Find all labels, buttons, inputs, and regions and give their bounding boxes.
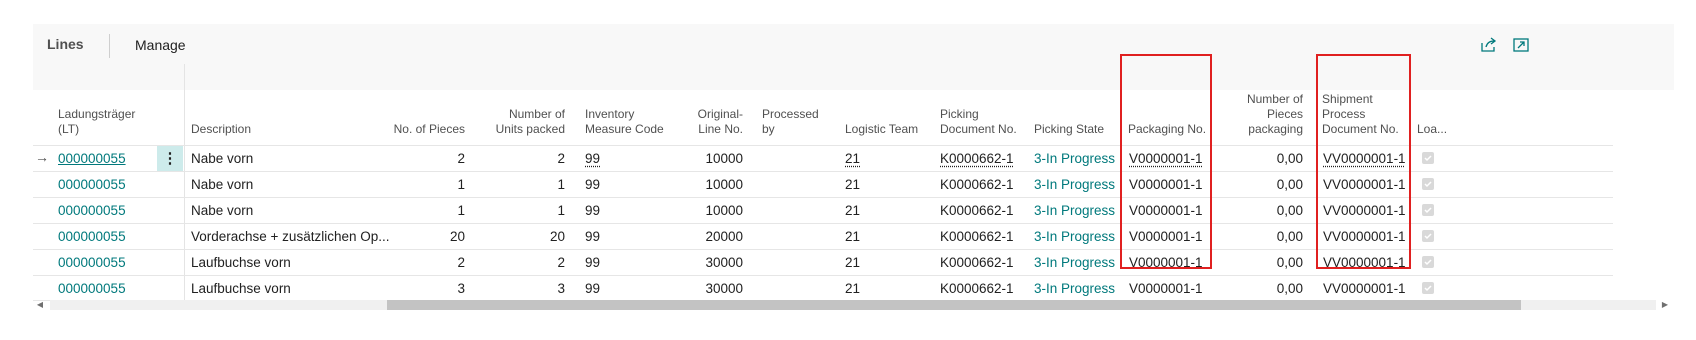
col-header-processed-by[interactable]: Processed by [762,107,822,137]
cell-inventory-measure: 99 [585,151,601,166]
cell-original-line: 10000 [705,203,743,218]
cell-picking-doc: K0000662-1 [940,281,1014,296]
lines-header: Lines Manage [33,24,1674,64]
cell-original-line: 20000 [705,229,743,244]
cell-picking-state[interactable]: 3-In Progress [1034,177,1115,192]
col-header-inventory-measure[interactable]: Inventory Measure Code [585,107,665,137]
cell-lt[interactable]: 000000055 [58,229,126,244]
highlight-packaging-no [1120,54,1212,269]
cell-lt[interactable]: 000000055 [58,255,126,270]
cell-picking-state[interactable]: 3-In Progress [1034,203,1115,218]
col-header-picking-state[interactable]: Picking State [1034,122,1104,137]
col-header-logistic-team[interactable]: Logistic Team [845,122,918,137]
col-header-lt[interactable]: Ladungsträger (LT) [58,107,148,137]
cell-description: Nabe vorn [191,177,254,192]
cell-no-pieces: 2 [457,255,465,270]
cell-description: Nabe vorn [191,151,254,166]
col-header-loaded[interactable]: Loa... [1417,122,1447,137]
cell-description: Laufbuchse vorn [191,281,291,296]
scroll-left-icon[interactable]: ◀ [33,298,47,312]
cell-picking-doc: K0000662-1 [940,255,1014,270]
cell-inventory-measure: 99 [585,255,601,270]
cell-no-pieces: 2 [457,151,465,166]
cell-picking-doc: K0000662-1 [940,177,1014,192]
cell-logistic-team: 21 [845,151,861,166]
col-header-original-line[interactable]: Original- Line No. [689,107,743,137]
col-header-units-packed[interactable]: Number of Units packed [495,107,565,137]
cell-pieces-packaging: 0,00 [1276,203,1303,218]
header-divider [109,34,110,58]
lines-panel: Lines Manage Ladungsträger (LT) Descript… [33,24,1674,316]
cell-original-line: 10000 [705,151,743,166]
cell-units-packed: 1 [557,177,565,192]
cell-units-packed: 3 [557,281,565,296]
cell-picking-doc: K0000662-1 [940,151,1014,166]
cell-logistic-team: 21 [845,281,861,296]
cell-picking-state[interactable]: 3-In Progress [1034,229,1115,244]
cell-no-pieces: 20 [449,229,465,244]
share-icon[interactable] [1480,37,1498,53]
cell-lt[interactable]: 000000055 [58,177,126,192]
manage-button[interactable]: Manage [135,37,186,53]
cell-logistic-team: 21 [845,177,861,192]
scroll-right-icon[interactable]: ▶ [1658,298,1672,312]
cell-picking-state[interactable]: 3-In Progress [1034,255,1115,270]
cell-no-pieces: 1 [457,177,465,192]
cell-picking-doc: K0000662-1 [940,229,1014,244]
cell-units-packed: 20 [549,229,565,244]
cell-inventory-measure: 99 [585,177,601,192]
loaded-checkbox[interactable] [1422,282,1434,294]
cell-original-line: 10000 [705,177,743,192]
cell-pieces-packaging: 0,00 [1276,151,1303,166]
highlight-shipment-doc [1316,54,1411,269]
col-header-no-pieces[interactable]: No. of Pieces [385,122,465,137]
cell-no-pieces: 1 [457,203,465,218]
cell-picking-state[interactable]: 3-In Progress [1034,151,1115,166]
loaded-checkbox[interactable] [1422,256,1434,268]
cell-packaging-no: V0000001-1 [1129,281,1203,296]
cell-original-line: 30000 [705,281,743,296]
cell-inventory-measure: 99 [585,229,601,244]
cell-picking-state[interactable]: 3-In Progress [1034,281,1115,296]
col-header-picking-doc[interactable]: Picking Document No. [940,107,1020,137]
row-actions-menu-icon[interactable]: ⋮ [157,146,183,171]
cell-original-line: 30000 [705,255,743,270]
cell-pieces-packaging: 0,00 [1276,255,1303,270]
cell-logistic-team: 21 [845,203,861,218]
cell-no-pieces: 3 [457,281,465,296]
lines-title: Lines [47,36,84,52]
cell-pieces-packaging: 0,00 [1276,177,1303,192]
cell-lt[interactable]: 000000055 [58,281,126,296]
cell-inventory-measure: 99 [585,281,601,296]
loaded-checkbox[interactable] [1422,178,1434,190]
loaded-checkbox[interactable] [1422,204,1434,216]
current-row-arrow-icon: → [35,149,49,165]
col-header-pieces-packaging[interactable]: Number of Pieces packaging [1233,92,1303,137]
cell-logistic-team: 21 [845,255,861,270]
cell-units-packed: 1 [557,203,565,218]
cell-logistic-team: 21 [845,229,861,244]
loaded-checkbox[interactable] [1422,230,1434,242]
cell-description: Nabe vorn [191,203,254,218]
horizontal-scrollbar[interactable]: ◀ ▶ [33,298,1674,312]
cell-pieces-packaging: 0,00 [1276,229,1303,244]
cell-description: Laufbuchse vorn [191,255,291,270]
cell-units-packed: 2 [557,151,565,166]
cell-shipment-doc: VV0000001-1 [1323,281,1406,296]
scroll-thumb[interactable] [387,300,1521,310]
col-header-description[interactable]: Description [191,122,251,137]
loaded-checkbox[interactable] [1422,152,1434,164]
cell-pieces-packaging: 0,00 [1276,281,1303,296]
cell-lt[interactable]: 000000055 [58,203,126,218]
expand-icon[interactable] [1512,37,1530,53]
cell-picking-doc: K0000662-1 [940,203,1014,218]
cell-lt[interactable]: 000000055 [58,151,126,166]
cell-units-packed: 2 [557,255,565,270]
cell-description: Vorderachse + zusätzlichen Op... [191,229,390,244]
cell-inventory-measure: 99 [585,203,601,218]
